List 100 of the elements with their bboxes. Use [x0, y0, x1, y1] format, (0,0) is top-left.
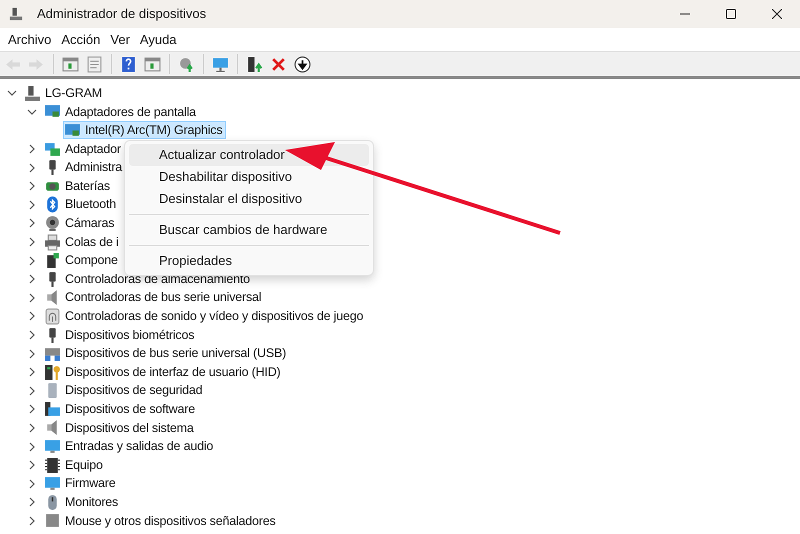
printer-icon	[44, 234, 61, 251]
chevron-right-icon[interactable]	[27, 497, 37, 508]
chevron-right-icon[interactable]	[27, 200, 37, 210]
monitor-icon	[44, 475, 61, 492]
tree-item-label: Administra	[65, 159, 122, 176]
monitor-icon	[44, 438, 61, 456]
menu-item[interactable]: Archivo	[3, 28, 56, 51]
tree-item-label: Intel(R) Arc(TM) Graphics	[85, 122, 222, 140]
tree-item[interactable]: Compone	[43, 252, 122, 270]
chevron-right-icon[interactable]	[27, 460, 37, 470]
chevron-down-icon[interactable]	[27, 106, 37, 117]
webcam-icon	[44, 214, 61, 232]
bluetooth-icon	[44, 196, 61, 214]
tree-item-label: Baterías	[65, 178, 110, 195]
download-circle-icon	[294, 56, 311, 72]
tree-item[interactable]: Monitores	[43, 493, 122, 512]
tree-item-label: LG-GRAM	[45, 84, 102, 102]
tree-item[interactable]: Controladoras de almacenamiento	[43, 270, 254, 288]
tree-item-label: Dispositivos de software	[65, 401, 195, 418]
tree-item[interactable]: LG-GRAM	[23, 84, 106, 102]
chevron-right-icon[interactable]	[27, 404, 37, 414]
tree-item-label: Entradas y salidas de audio	[65, 438, 214, 456]
chip-icon	[44, 456, 61, 474]
chevron-right-icon[interactable]	[27, 422, 37, 433]
chevron-right-icon[interactable]	[27, 274, 37, 284]
chevron-right-icon[interactable]	[27, 256, 37, 266]
tree-item[interactable]: Administra	[43, 158, 126, 177]
chevron-right-icon[interactable]	[27, 367, 37, 378]
tree-item-label: Cámaras	[65, 215, 114, 232]
tree-item-label: Mouse y otros dispositivos señaladores	[65, 512, 276, 530]
context-menu-item[interactable]: Deshabilitar dispositivo	[129, 166, 369, 188]
tree-item[interactable]: Colas de i	[43, 233, 123, 252]
context-menu-item[interactable]: Propiedades	[129, 250, 369, 272]
monitor-icon	[212, 56, 229, 72]
tree-item-label: Adaptador	[65, 140, 121, 158]
tree-item[interactable]: Cámaras	[43, 214, 118, 232]
tree-item-label: Controladoras de almacenamiento	[65, 270, 250, 288]
tree-item[interactable]: Adaptador	[43, 140, 125, 158]
network-icon	[44, 140, 61, 158]
tree-item[interactable]: Dispositivos de bus serie universal (USB)	[43, 344, 290, 363]
tree-item[interactable]: Dispositivos biométricos	[43, 326, 198, 344]
tree-item-label: Dispositivos de bus serie universal (USB)	[65, 345, 286, 362]
tree-item[interactable]: Mouse y otros dispositivos señaladores	[43, 512, 280, 530]
device-upload-icon	[246, 56, 263, 72]
chevron-right-icon[interactable]	[27, 348, 37, 359]
chevron-right-icon[interactable]	[27, 237, 37, 248]
chevron-right-icon[interactable]	[27, 442, 37, 452]
window-pane-icon	[144, 56, 161, 72]
tree-item-label: Compone	[65, 252, 118, 270]
context-menu-item[interactable]: Desinstalar el dispositivo	[129, 188, 369, 210]
tree-item-label: Equipo	[65, 456, 103, 474]
tree-item-label: Dispositivos de interfaz de usuario (HID)	[65, 364, 281, 381]
menu-item[interactable]: Ver	[105, 28, 135, 51]
tree-item[interactable]: Bluetooth	[43, 196, 120, 214]
chevron-right-icon[interactable]	[27, 218, 37, 228]
tree-item[interactable]: Adaptadores de pantalla	[43, 102, 200, 121]
tree-item[interactable]: Baterías	[43, 177, 114, 196]
chevron-right-icon[interactable]	[27, 311, 37, 322]
chevron-right-icon[interactable]	[27, 478, 37, 489]
chevron-down-icon[interactable]	[7, 88, 17, 98]
system-icon	[44, 400, 61, 418]
tree-item[interactable]: Firmware	[43, 474, 120, 493]
tree-item-label: Dispositivos del sistema	[65, 420, 194, 437]
component-icon	[44, 252, 61, 270]
tree-item-label: Dispositivos de seguridad	[65, 382, 202, 400]
tree-item-label: Colas de i	[65, 234, 119, 251]
tree-item[interactable]: Dispositivos del sistema	[43, 418, 198, 437]
download-circle-button[interactable]	[292, 54, 313, 74]
tree-item-label: Bluetooth	[65, 196, 116, 214]
tree-item[interactable]: Controladoras de bus serie universal	[43, 288, 266, 307]
chevron-right-icon[interactable]	[27, 181, 37, 192]
document-icon	[86, 56, 103, 72]
key-icon	[44, 364, 61, 381]
window-title: Administrador de dispositivos	[37, 5, 206, 24]
computer-icon	[9, 7, 23, 21]
tree-item[interactable]: Entradas y salidas de audio	[43, 438, 218, 456]
maximize-icon	[726, 9, 736, 19]
chevron-right-icon[interactable]	[27, 516, 37, 526]
close-icon	[270, 56, 287, 72]
chevron-right-icon[interactable]	[27, 144, 37, 154]
menu-item[interactable]: Ayuda	[134, 28, 182, 51]
tree-item-label: Firmware	[65, 475, 116, 492]
keyboard-icon	[44, 345, 61, 362]
close-icon	[772, 9, 782, 19]
fingerprint-icon	[44, 308, 61, 325]
chevron-right-icon[interactable]	[27, 330, 37, 340]
tree-item[interactable]: Dispositivos de seguridad	[43, 382, 206, 400]
chevron-right-icon[interactable]	[27, 292, 37, 303]
menu-item[interactable]: Acción	[56, 28, 106, 51]
tree-item[interactable]: Dispositivos de interfaz de usuario (HID)	[43, 363, 285, 382]
computer-icon	[24, 84, 41, 102]
device-icon	[44, 512, 61, 530]
selected-tree-item[interactable]: Intel(R) Arc(TM) Graphics	[63, 121, 226, 140]
tree-item[interactable]: Dispositivos de software	[43, 400, 199, 418]
tree-item-label: Monitores	[65, 494, 118, 511]
context-menu-item[interactable]: Buscar cambios de hardware	[129, 219, 369, 241]
chevron-right-icon[interactable]	[27, 386, 37, 396]
chevron-right-icon[interactable]	[27, 162, 37, 173]
tree-item[interactable]: Equipo	[43, 456, 107, 474]
help-icon	[120, 56, 137, 72]
